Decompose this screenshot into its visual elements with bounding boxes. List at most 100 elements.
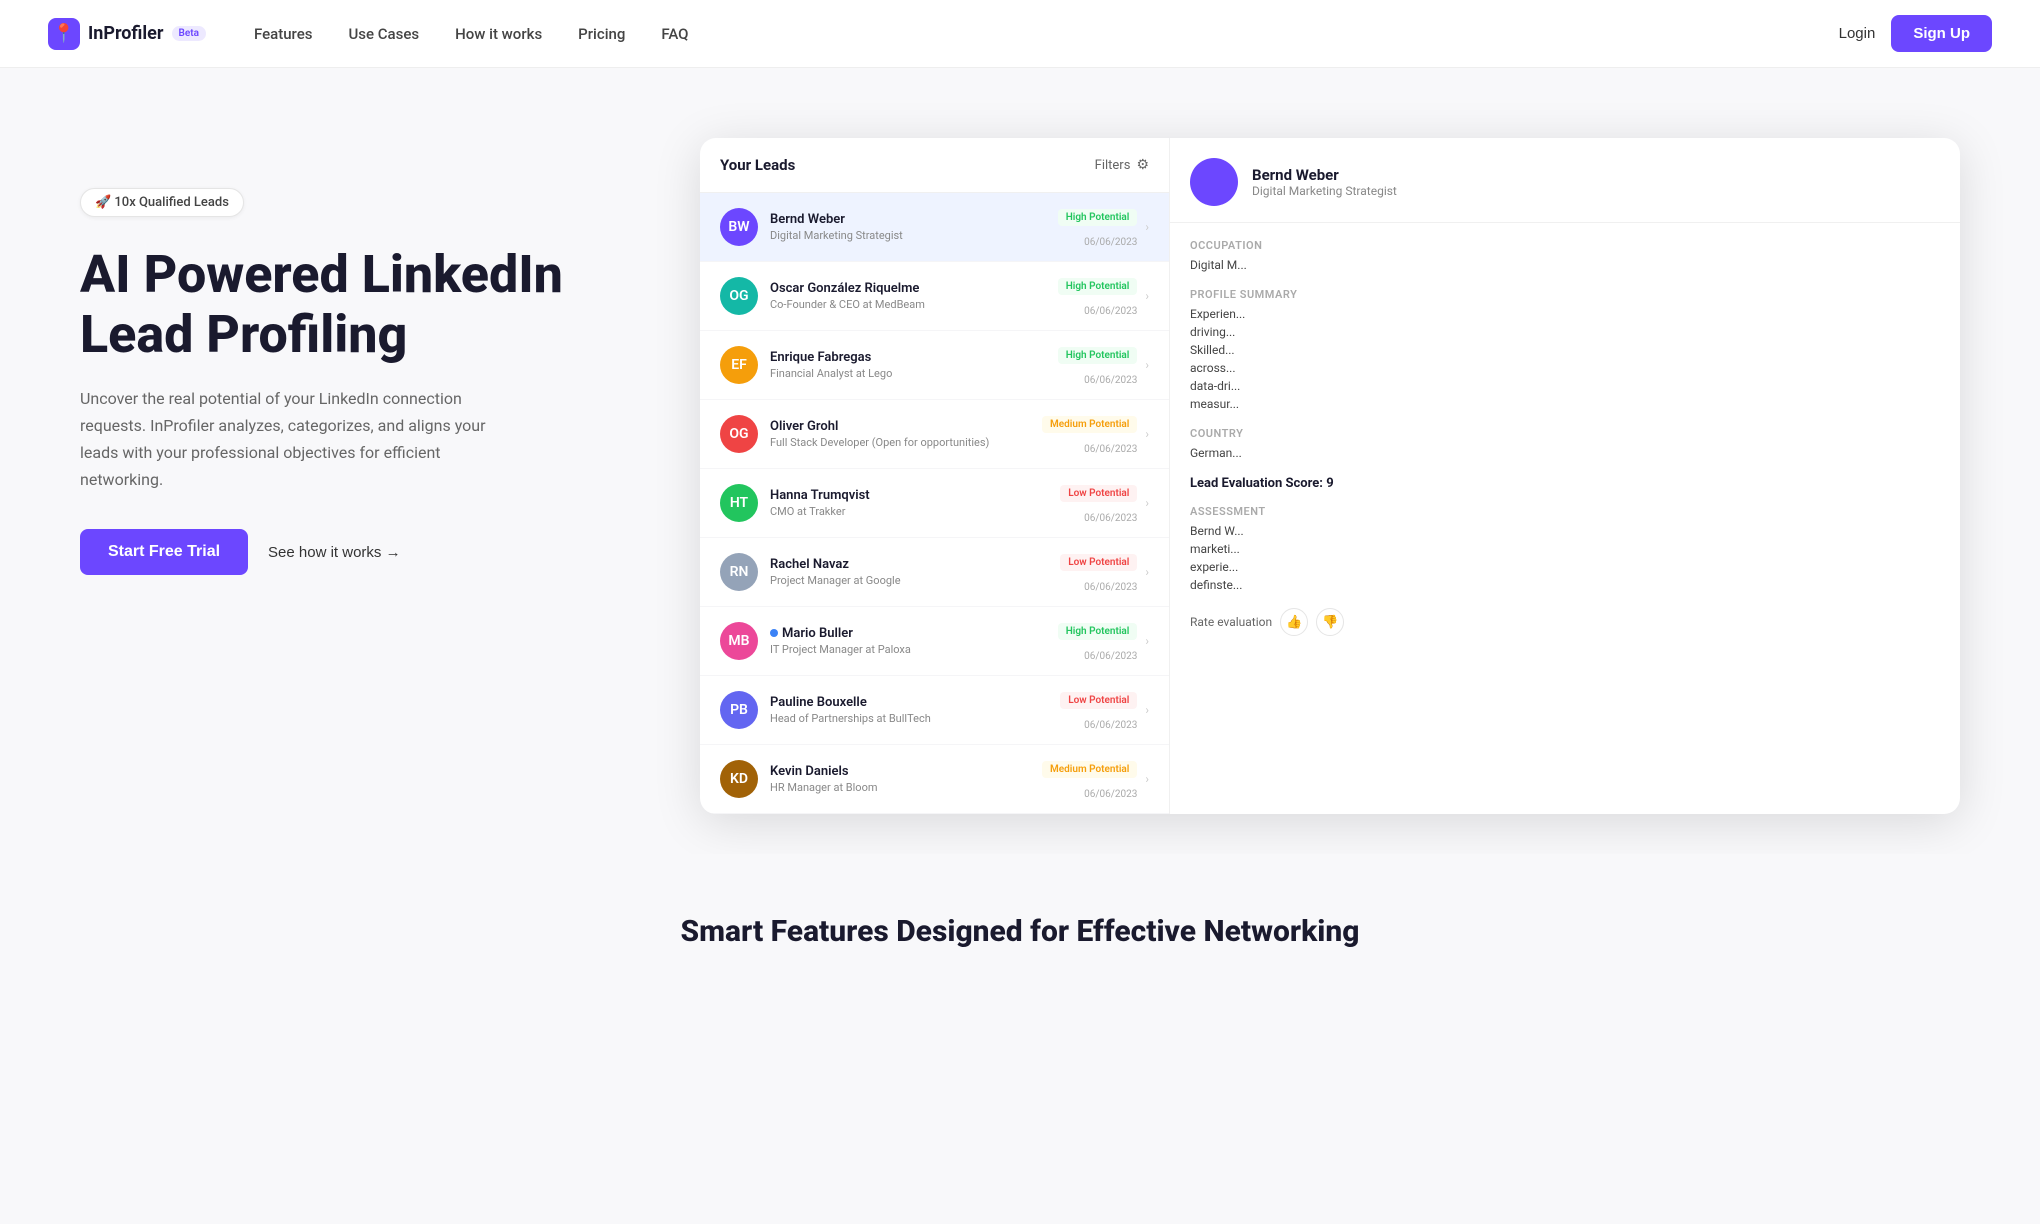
assessment-label: Assessment [1190, 505, 1940, 518]
lead-info: Pauline Bouxelle Head of Partnerships at… [770, 695, 1060, 725]
chevron-right-icon: › [1145, 358, 1149, 372]
lead-row[interactable]: PB Pauline Bouxelle Head of Partnerships… [700, 676, 1169, 745]
detail-header: Bernd Weber Digital Marketing Strategist [1170, 138, 1960, 223]
start-trial-button[interactable]: Start Free Trial [80, 529, 248, 575]
lead-name: Enrique Fabregas [770, 350, 1058, 365]
hero-right: Your Leads Filters ⚙ BW Bernd Weber Digi… [700, 138, 1960, 814]
nav-features[interactable]: Features [254, 25, 312, 43]
lead-info: Enrique Fabregas Financial Analyst at Le… [770, 350, 1058, 380]
lead-info: Mario Buller IT Project Manager at Palox… [770, 626, 1058, 656]
hero-section: 🚀 10x Qualified Leads AI Powered LinkedI… [0, 68, 2040, 854]
detail-avatar [1190, 158, 1238, 206]
chevron-right-icon: › [1145, 565, 1149, 579]
thumbs-down-button[interactable]: 👎 [1316, 608, 1344, 636]
lead-row[interactable]: HT Hanna Trumqvist CMO at Trakker Low Po… [700, 469, 1169, 538]
lead-info: Rachel Navaz Project Manager at Google [770, 557, 1060, 587]
lead-date: 06/06/2023 [1084, 651, 1137, 662]
hero-description: Uncover the real potential of your Linke… [80, 385, 520, 494]
chevron-right-icon: › [1145, 496, 1149, 510]
lead-avatar: MB [720, 622, 758, 660]
detail-profile-summary: Profile Summary Experien...driving...Ski… [1190, 288, 1940, 413]
lead-row[interactable]: KD Kevin Daniels HR Manager at Bloom Med… [700, 745, 1169, 814]
lead-badge: High Potential [1058, 209, 1138, 226]
detail-subtitle: Digital Marketing Strategist [1252, 184, 1397, 198]
rate-label: Rate evaluation [1190, 615, 1272, 629]
dashboard-preview: Your Leads Filters ⚙ BW Bernd Weber Digi… [700, 138, 1960, 814]
lead-meta: High Potential 06/06/2023 [1058, 274, 1138, 318]
logo[interactable]: 📍 InProfiler Beta [48, 18, 206, 50]
nav-faq[interactable]: FAQ [661, 25, 688, 43]
lead-name: Pauline Bouxelle [770, 695, 1060, 710]
see-how-it-works-button[interactable]: See how it works → [268, 544, 401, 561]
lead-date: 06/06/2023 [1084, 720, 1137, 731]
lead-name: Bernd Weber [770, 212, 1058, 227]
features-section: Smart Features Designed for Effective Ne… [0, 854, 2040, 969]
lead-title: Co-Founder & CEO at MedBeam [770, 298, 1058, 311]
lead-badge: Medium Potential [1042, 416, 1137, 433]
detail-occupation: Occupation Digital M... [1190, 239, 1940, 274]
lead-avatar: HT [720, 484, 758, 522]
chevron-right-icon: › [1145, 772, 1149, 786]
lead-name: Kevin Daniels [770, 764, 1042, 779]
lead-badge: Low Potential [1060, 554, 1137, 571]
profile-summary-label: Profile Summary [1190, 288, 1940, 301]
logo-icon: 📍 [48, 18, 80, 50]
detail-score: Lead Evaluation Score: 9 [1190, 476, 1940, 491]
logo-text: InProfiler [88, 23, 164, 44]
signup-button[interactable]: Sign Up [1891, 15, 1992, 52]
lead-avatar: EF [720, 346, 758, 384]
lead-title: Project Manager at Google [770, 574, 1060, 587]
beta-badge: Beta [172, 26, 206, 41]
country-value: German... [1190, 444, 1940, 462]
lead-meta: High Potential 06/06/2023 [1058, 343, 1138, 387]
lead-name: Rachel Navaz [770, 557, 1060, 572]
lead-badge: High Potential [1058, 278, 1138, 295]
hero-title-line2: Lead Profiling [80, 304, 407, 365]
lead-title: Full Stack Developer (Open for opportuni… [770, 436, 1042, 449]
lead-row[interactable]: RN Rachel Navaz Project Manager at Googl… [700, 538, 1169, 607]
lead-info: Oliver Grohl Full Stack Developer (Open … [770, 419, 1042, 449]
filters-button[interactable]: Filters ⚙ [1095, 157, 1149, 173]
detail-name: Bernd Weber [1252, 166, 1397, 184]
lead-row[interactable]: OG Oscar González Riquelme Co-Founder & … [700, 262, 1169, 331]
lead-date: 06/06/2023 [1084, 789, 1137, 800]
lead-title: Financial Analyst at Lego [770, 367, 1058, 380]
chevron-right-icon: › [1145, 220, 1149, 234]
nav-use-cases[interactable]: Use Cases [348, 25, 419, 43]
hero-title-line1: AI Powered LinkedIn [80, 244, 563, 305]
lead-date: 06/06/2023 [1084, 375, 1137, 386]
lead-name: Hanna Trumqvist [770, 488, 1060, 503]
hero-left: 🚀 10x Qualified Leads AI Powered LinkedI… [80, 148, 640, 575]
nav-pricing[interactable]: Pricing [578, 25, 625, 43]
thumbs-up-button[interactable]: 👍 [1280, 608, 1308, 636]
lead-avatar: OG [720, 277, 758, 315]
lead-name: Oliver Grohl [770, 419, 1042, 434]
profile-summary-value: Experien...driving...Skilled...across...… [1190, 305, 1940, 413]
chevron-right-icon: › [1145, 427, 1149, 441]
lead-date: 06/06/2023 [1084, 237, 1137, 248]
lead-avatar: PB [720, 691, 758, 729]
lead-badge: Medium Potential [1042, 761, 1137, 778]
lead-badge: High Potential [1058, 347, 1138, 364]
lead-meta: Low Potential 06/06/2023 [1060, 481, 1137, 525]
lead-row[interactable]: BW Bernd Weber Digital Marketing Strateg… [700, 193, 1169, 262]
lead-row[interactable]: EF Enrique Fabregas Financial Analyst at… [700, 331, 1169, 400]
lead-meta: Low Potential 06/06/2023 [1060, 550, 1137, 594]
lead-row[interactable]: MB Mario Buller IT Project Manager at Pa… [700, 607, 1169, 676]
lead-row[interactable]: OG Oliver Grohl Full Stack Developer (Op… [700, 400, 1169, 469]
lead-info: Oscar González Riquelme Co-Founder & CEO… [770, 281, 1058, 311]
lead-avatar: RN [720, 553, 758, 591]
login-button[interactable]: Login [1839, 25, 1876, 42]
navbar: 📍 InProfiler Beta Features Use Cases How… [0, 0, 2040, 68]
lead-avatar: KD [720, 760, 758, 798]
nav-how-it-works[interactable]: How it works [455, 25, 542, 43]
lead-title: CMO at Trakker [770, 505, 1060, 518]
lead-title: IT Project Manager at Paloxa [770, 643, 1058, 656]
lead-meta: High Potential 06/06/2023 [1058, 619, 1138, 663]
lead-meta: Medium Potential 06/06/2023 [1042, 757, 1137, 801]
lead-title: HR Manager at Bloom [770, 781, 1042, 794]
filter-icon: ⚙ [1136, 157, 1149, 173]
nav-links: Features Use Cases How it works Pricing … [254, 25, 1839, 43]
lead-date: 06/06/2023 [1084, 444, 1137, 455]
lead-meta: Low Potential 06/06/2023 [1060, 688, 1137, 732]
